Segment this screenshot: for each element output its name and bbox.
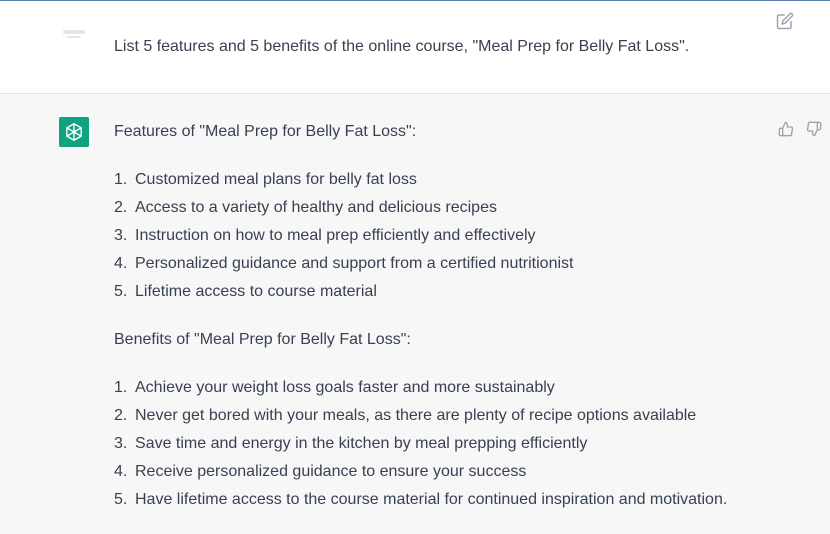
list-item-number: 2. bbox=[114, 199, 128, 216]
list-item-number: 5. bbox=[114, 491, 128, 508]
list-item-text: Achieve your weight loss goals faster an… bbox=[135, 379, 555, 396]
list-item: 3. Instruction on how to meal prep effici… bbox=[114, 222, 573, 250]
list-item-text: Receive personalized guidance to ensure … bbox=[135, 463, 527, 480]
user-avatar-logo-sub bbox=[67, 36, 81, 38]
benefits-heading: Benefits of "Meal Prep for Belly Fat Los… bbox=[114, 331, 411, 348]
list-item-text: Have lifetime access to the course mater… bbox=[135, 491, 728, 508]
list-item-text: Customized meal plans for belly fat loss bbox=[135, 171, 417, 188]
thumbs-up-icon[interactable] bbox=[778, 121, 794, 137]
list-item: 4. Receive personalized guidance to ensur… bbox=[114, 458, 727, 486]
list-item: 2. Access to a variety of healthy and del… bbox=[114, 194, 573, 222]
list-item: 4. Personalized guidance and support from… bbox=[114, 250, 573, 278]
list-item-number: 2. bbox=[114, 407, 128, 424]
list-item-number: 1. bbox=[114, 171, 128, 188]
features-heading: Features of "Meal Prep for Belly Fat Los… bbox=[114, 123, 417, 140]
user-avatar-logo bbox=[63, 30, 85, 34]
list-item-text: Personalized guidance and support from a… bbox=[135, 255, 574, 272]
openai-logo-icon bbox=[66, 123, 82, 141]
list-item-text: Save time and energy in the kitchen by m… bbox=[135, 435, 588, 452]
assistant-avatar bbox=[59, 117, 89, 147]
features-list: 1. Customized meal plans for belly fat lo… bbox=[114, 166, 573, 306]
user-avatar bbox=[59, 18, 89, 48]
list-item-text: Access to a variety of healthy and delic… bbox=[135, 199, 497, 216]
list-item: 3. Save time and energy in the kitchen by… bbox=[114, 430, 727, 458]
list-item: 5. Have lifetime access to the course mat… bbox=[114, 486, 727, 514]
list-item: 5. Lifetime access to course material bbox=[114, 278, 573, 306]
list-item-number: 4. bbox=[114, 255, 128, 272]
benefits-list: 1. Achieve your weight loss goals faster … bbox=[114, 374, 727, 514]
user-message-text: List 5 features and 5 benefits of the on… bbox=[114, 38, 690, 55]
list-item-number: 4. bbox=[114, 463, 128, 480]
list-item-number: 1. bbox=[114, 379, 128, 396]
user-message-row: List 5 features and 5 benefits of the on… bbox=[0, 1, 830, 94]
list-item-number: 3. bbox=[114, 435, 128, 452]
list-item: 1. Customized meal plans for belly fat lo… bbox=[114, 166, 573, 194]
list-item-text: Never get bored with your meals, as ther… bbox=[135, 407, 697, 424]
list-item-number: 5. bbox=[114, 283, 128, 300]
list-item: 2. Never get bored with your meals, as th… bbox=[114, 402, 727, 430]
thumbs-down-icon[interactable] bbox=[806, 121, 822, 137]
edit-icon[interactable] bbox=[776, 12, 794, 30]
list-item-number: 3. bbox=[114, 227, 128, 244]
list-item: 1. Achieve your weight loss goals faster … bbox=[114, 374, 727, 402]
assistant-message-row: Features of "Meal Prep for Belly Fat Los… bbox=[0, 94, 830, 534]
list-item-text: Lifetime access to course material bbox=[135, 283, 377, 300]
list-item-text: Instruction on how to meal prep efficien… bbox=[135, 227, 536, 244]
